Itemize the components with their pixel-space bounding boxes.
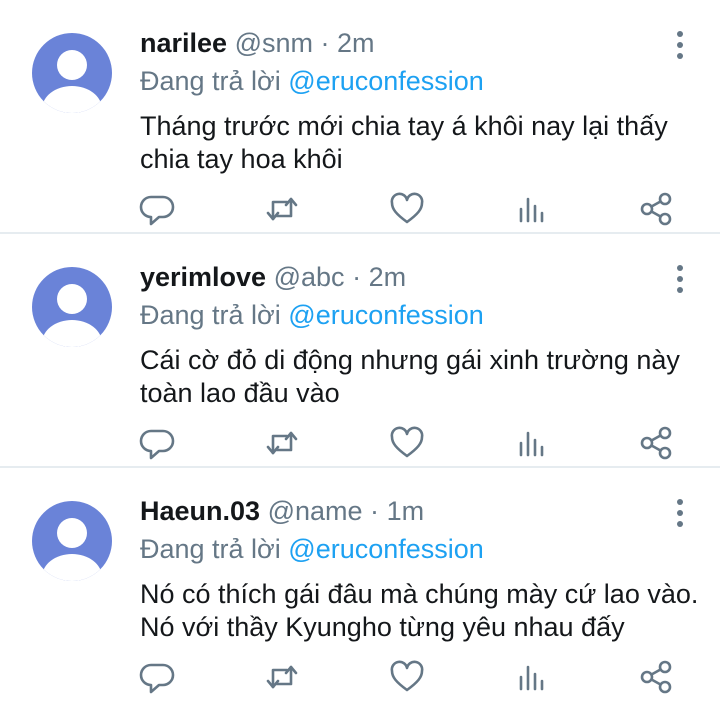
reply-context: Đang trả lời @eruconfession: [140, 296, 700, 334]
more-vertical-icon[interactable]: [674, 30, 686, 60]
tweet-actions: [138, 657, 676, 697]
reply-context: Đang trả lời @eruconfession: [140, 530, 700, 568]
share-icon[interactable]: [636, 657, 676, 697]
tweet-header: narilee @snm · 2m: [140, 24, 700, 62]
analytics-icon[interactable]: [511, 423, 551, 463]
reply-to-link[interactable]: @eruconfession: [288, 66, 484, 96]
reply-prefix: Đang trả lời: [140, 300, 281, 330]
handle[interactable]: @name: [268, 496, 363, 526]
avatar[interactable]: [32, 501, 112, 581]
retweet-icon[interactable]: [262, 189, 302, 229]
reply-prefix: Đang trả lời: [140, 534, 281, 564]
tweet-text: Nó có thích gái đâu mà chúng mày cứ lao …: [140, 579, 699, 642]
share-icon[interactable]: [636, 189, 676, 229]
reply-context: Đang trả lời @eruconfession: [140, 62, 700, 100]
reply-to-link[interactable]: @eruconfession: [288, 534, 484, 564]
retweet-icon[interactable]: [262, 657, 302, 697]
display-name[interactable]: narilee: [140, 28, 227, 58]
analytics-icon[interactable]: [511, 189, 551, 229]
separator: ·: [352, 262, 362, 292]
tweet-header: Haeun.03 @name · 1m: [140, 492, 700, 530]
reply-icon[interactable]: [138, 657, 178, 697]
avatar[interactable]: [32, 33, 112, 113]
tweet[interactable]: narilee @snm · 2m Đang trả lời @eruconfe…: [0, 0, 720, 234]
tweet[interactable]: Haeun.03 @name · 1m Đang trả lời @erucon…: [0, 468, 720, 704]
display-name[interactable]: yerimlove: [140, 262, 266, 292]
avatar[interactable]: [32, 267, 112, 347]
timestamp[interactable]: 2m: [369, 262, 407, 292]
more-vertical-icon[interactable]: [674, 264, 686, 294]
handle[interactable]: @snm: [235, 28, 313, 58]
like-icon[interactable]: [387, 423, 427, 463]
reply-to-link[interactable]: @eruconfession: [288, 300, 484, 330]
more-vertical-icon[interactable]: [674, 498, 686, 528]
reply-icon[interactable]: [138, 189, 178, 229]
share-icon[interactable]: [636, 423, 676, 463]
reply-prefix: Đang trả lời: [140, 66, 281, 96]
analytics-icon[interactable]: [511, 657, 551, 697]
handle[interactable]: @abc: [274, 262, 345, 292]
timestamp[interactable]: 1m: [387, 496, 425, 526]
tweet-actions: [138, 189, 676, 229]
tweet-header: yerimlove @abc · 2m: [140, 258, 700, 296]
like-icon[interactable]: [387, 189, 427, 229]
tweet-actions: [138, 423, 676, 463]
tweet-text: Tháng trước mới chia tay á khôi nay lại …: [140, 111, 668, 174]
separator: ·: [320, 28, 330, 58]
separator: ·: [370, 496, 380, 526]
timestamp[interactable]: 2m: [337, 28, 375, 58]
tweet-text: Cái cờ đỏ di động nhưng gái xinh trường …: [140, 345, 680, 408]
display-name[interactable]: Haeun.03: [140, 496, 260, 526]
like-icon[interactable]: [387, 657, 427, 697]
tweet[interactable]: yerimlove @abc · 2m Đang trả lời @erucon…: [0, 234, 720, 468]
retweet-icon[interactable]: [262, 423, 302, 463]
reply-icon[interactable]: [138, 423, 178, 463]
